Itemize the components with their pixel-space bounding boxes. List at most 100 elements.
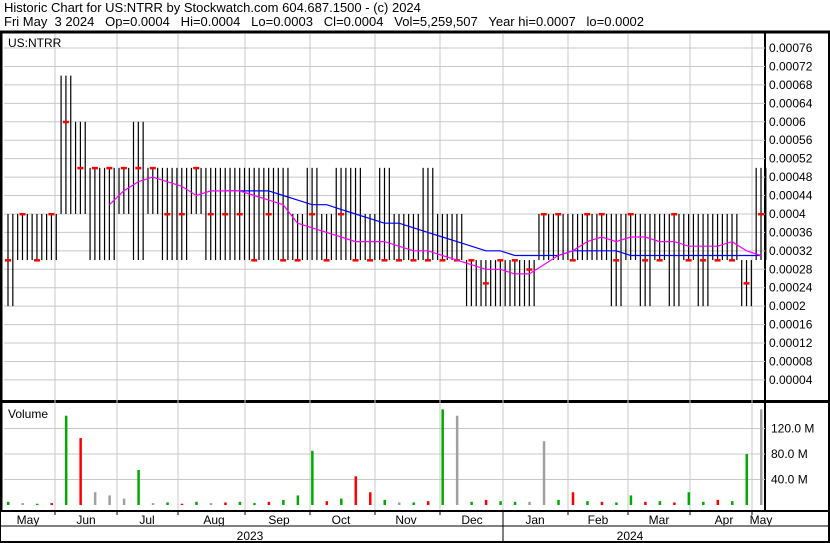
- volume-tick-label: 80.0 M: [771, 447, 808, 461]
- price-tick-label: 0.0002: [769, 299, 806, 313]
- month-label: Feb: [588, 513, 609, 527]
- close-tick: [19, 212, 26, 216]
- symbol-label: US:NTRR: [8, 36, 62, 50]
- volume-bar: [586, 501, 589, 505]
- close-tick: [613, 259, 620, 262]
- close-tick: [193, 166, 200, 170]
- volume-bar: [195, 501, 198, 505]
- volume-bar: [79, 438, 82, 505]
- volume-bar: [108, 495, 111, 505]
- close-tick: [77, 166, 84, 170]
- price-tick-label: 0.00068: [769, 78, 813, 92]
- close-tick: [135, 166, 142, 170]
- volume-bar: [557, 499, 560, 505]
- volume-bar: [209, 503, 213, 505]
- close-tick: [482, 282, 489, 285]
- month-label: Nov: [395, 513, 416, 527]
- close-tick: [33, 259, 40, 262]
- close-tick: [5, 259, 11, 262]
- volume-bar: [238, 501, 242, 505]
- close-tick: [685, 259, 692, 262]
- volume-bar: [673, 502, 676, 505]
- volume-bar: [296, 495, 300, 505]
- close-tick: [439, 259, 446, 262]
- price-tick-label: 0.00012: [769, 336, 813, 350]
- price-tick-label: 0.00004: [769, 373, 813, 387]
- close-tick: [323, 259, 330, 262]
- close-tick: [700, 259, 707, 262]
- close-tick: [598, 212, 605, 216]
- close-tick: [714, 259, 721, 262]
- volume-label: Volume: [8, 407, 48, 421]
- volume-bar: [282, 499, 285, 505]
- close-tick: [222, 212, 229, 216]
- close-tick: [236, 212, 243, 216]
- chart-window: Historic Chart for US:NTRR by Stockwatch…: [0, 0, 830, 543]
- volume-bar: [441, 409, 444, 505]
- volume-bar: [35, 503, 39, 505]
- volume-bar: [412, 502, 415, 505]
- volume-bar: [93, 492, 97, 505]
- close-tick: [381, 259, 388, 262]
- volume-tick-label: 40.0 M: [771, 473, 808, 487]
- volume-bar: [484, 499, 488, 505]
- month-label: Sep: [268, 513, 290, 527]
- close-tick: [338, 212, 345, 216]
- price-tick-label: 0.00008: [769, 354, 813, 368]
- month-label: Dec: [461, 513, 482, 527]
- close-tick: [758, 212, 764, 216]
- price-tick-label: 0.00032: [769, 244, 813, 258]
- volume-bar: [702, 501, 705, 505]
- volume-bar: [600, 501, 604, 505]
- month-label: May: [750, 513, 773, 527]
- close-tick: [207, 212, 214, 216]
- price-tick-label: 0.00044: [769, 189, 813, 203]
- year-label: 2024: [617, 529, 644, 543]
- volume-bar: [7, 501, 10, 505]
- price-tick-label: 0.0004: [769, 207, 806, 221]
- month-label: Aug: [203, 513, 224, 527]
- volume-bar: [325, 501, 329, 505]
- volume-bar: [629, 495, 633, 505]
- volume-bar: [151, 503, 155, 505]
- price-tick-label: 0.00048: [769, 170, 813, 184]
- volume-bar: [716, 499, 720, 505]
- close-tick: [671, 212, 678, 216]
- close-tick: [555, 212, 562, 216]
- close-tick: [511, 259, 518, 262]
- volume-bar: [571, 492, 575, 505]
- volume-bar: [21, 503, 24, 505]
- close-tick: [164, 212, 171, 216]
- volume-bar: [383, 499, 386, 505]
- volume-bar: [615, 502, 618, 505]
- volume-bar: [499, 501, 502, 505]
- close-tick: [120, 166, 127, 170]
- month-label: Jul: [139, 513, 154, 527]
- volume-bar: [542, 441, 546, 505]
- month-label: Apr: [715, 513, 734, 527]
- volume-bar: [731, 501, 734, 505]
- month-label: Mar: [649, 513, 670, 527]
- close-tick: [642, 259, 649, 262]
- close-tick: [48, 212, 55, 216]
- volume-bar: [180, 503, 184, 505]
- volume-bar: [224, 502, 227, 505]
- volume-bar: [760, 409, 763, 505]
- price-chart: 0.00076 0.00072 0.00068 0.00064 0.0006 0.0005…: [0, 30, 830, 543]
- volume-bar: [745, 454, 749, 505]
- moving-average-short: [108, 176, 762, 275]
- price-tick-label: 0.00056: [769, 133, 813, 147]
- close-tick: [627, 212, 634, 216]
- price-tick-label: 0.00052: [769, 152, 813, 166]
- close-tick: [540, 212, 547, 216]
- close-tick: [526, 268, 533, 271]
- close-tick: [309, 212, 316, 216]
- volume-bar: [311, 450, 314, 505]
- volume-bar: [455, 415, 459, 505]
- volume-bar: [369, 492, 372, 505]
- volume-bar: [166, 502, 169, 505]
- close-tick: [729, 259, 736, 262]
- price-tick-label: 0.00036: [769, 225, 813, 239]
- close-tick: [251, 259, 258, 262]
- moving-average-long: [225, 190, 761, 257]
